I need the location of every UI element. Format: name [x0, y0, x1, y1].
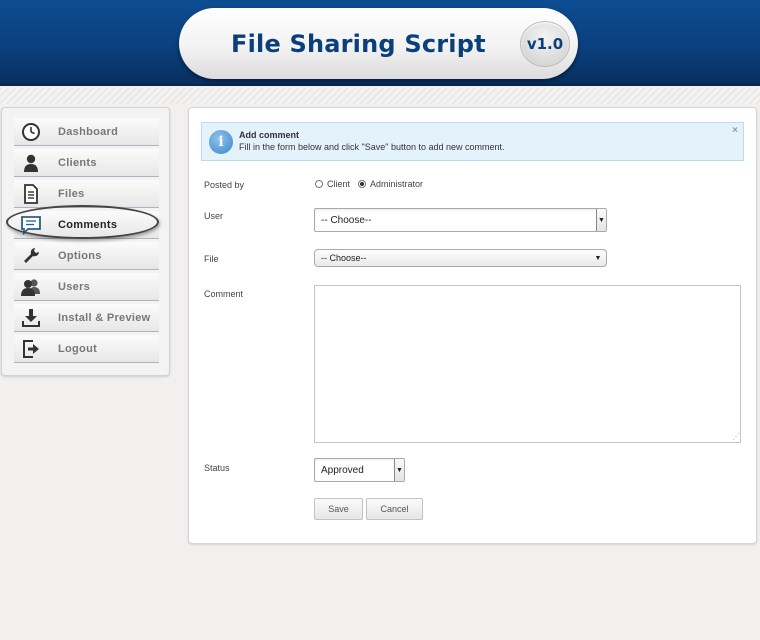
file-select[interactable]: -- Choose-- ▼ [314, 249, 607, 267]
status-select-value: Approved [321, 464, 364, 476]
status-select[interactable]: Approved ▼ [314, 458, 405, 482]
sidebar-item-options[interactable]: Options [14, 242, 159, 270]
comment-textarea[interactable] [314, 285, 741, 443]
sidebar-item-label: Dashboard [58, 125, 119, 138]
radio-client-label: Client [327, 179, 351, 189]
sidebar-item-label: Comments [58, 218, 118, 231]
close-icon[interactable]: × [732, 125, 738, 136]
document-icon [14, 183, 48, 204]
sidebar-item-install-preview[interactable]: Install & Preview [14, 304, 159, 332]
sidebar-item-label: Files [58, 187, 85, 200]
notice-title: Add comment [239, 130, 300, 140]
comment-label: Comment [204, 289, 244, 299]
chevron-down-icon: ▼ [394, 459, 404, 481]
add-comment-panel: i Add comment Fill in the form below and… [188, 107, 757, 544]
radio-client[interactable] [315, 180, 323, 188]
sidebar-item-label: Logout [58, 342, 98, 355]
user-select[interactable]: -- Choose-- ▼ [314, 208, 607, 232]
radio-administrator[interactable] [358, 180, 367, 188]
radio-administrator-label: Administrator [370, 179, 424, 189]
header-stripes [0, 88, 760, 104]
user-select-value: -- Choose-- [321, 214, 372, 226]
chevron-down-icon: ▼ [596, 209, 606, 231]
posted-by-radio-group: Client Administrator [315, 179, 431, 189]
speech-bubble-icon [14, 215, 48, 235]
resize-grip-icon[interactable]: ⋰ [732, 433, 740, 441]
sidebar-item-label: Users [58, 280, 91, 293]
info-icon: i [209, 130, 233, 154]
posted-by-label: Posted by [204, 180, 245, 190]
version-badge: v1.0 [520, 21, 570, 67]
person-icon [14, 153, 48, 173]
sidebar-item-label: Options [58, 249, 102, 262]
wrench-icon [14, 246, 48, 266]
sidebar-item-label: Clients [58, 156, 97, 169]
sidebar-item-clients[interactable]: Clients [14, 149, 159, 177]
save-button[interactable]: Save [314, 498, 363, 520]
notice-text: Fill in the form below and click "Save" … [239, 142, 505, 152]
sidebar-item-logout[interactable]: Logout [14, 335, 159, 363]
sidebar-item-dashboard[interactable]: Dashboard [14, 118, 159, 146]
users-icon [14, 277, 48, 297]
file-select-value: -- Choose-- [321, 253, 367, 263]
logout-icon [14, 339, 48, 359]
sidebar-item-comments[interactable]: Comments [14, 211, 159, 239]
sidebar: Dashboard Clients Files Comments Options… [1, 107, 170, 376]
user-label: User [204, 211, 224, 221]
clock-icon [14, 122, 48, 142]
title-pill: File Sharing Script v1.0 [179, 8, 578, 79]
status-label: Status [204, 463, 230, 473]
chevron-down-icon: ▼ [594, 254, 602, 262]
sidebar-item-label: Install & Preview [58, 311, 151, 324]
cancel-button[interactable]: Cancel [366, 498, 423, 520]
app-title: File Sharing Script [231, 30, 486, 58]
sidebar-item-files[interactable]: Files [14, 180, 159, 208]
download-icon [14, 308, 48, 328]
file-label: File [204, 254, 219, 264]
info-notice: i Add comment Fill in the form below and… [201, 122, 744, 161]
sidebar-item-users[interactable]: Users [14, 273, 159, 301]
